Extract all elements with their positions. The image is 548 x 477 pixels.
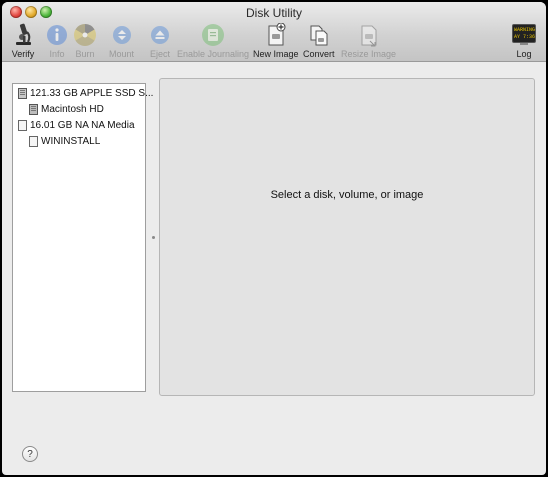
disk-list-item[interactable]: WININSTALL — [28, 134, 100, 149]
convert-icon — [307, 23, 331, 47]
detail-panel: Select a disk, volume, or image — [159, 78, 535, 396]
disk-list-item[interactable]: 16.01 GB NA NA Media — [17, 118, 135, 133]
mount-label: Mount — [109, 49, 135, 59]
convert-label: Convert — [303, 49, 335, 59]
burn-icon — [73, 23, 97, 47]
new-image-icon — [264, 23, 288, 47]
burn-label: Burn — [75, 49, 95, 59]
disk-list-item-label: Macintosh HD — [41, 104, 104, 115]
volume-icon — [28, 136, 38, 148]
split-view-handle[interactable] — [152, 236, 155, 239]
eject-label: Eject — [149, 49, 170, 59]
volume-icon — [28, 104, 38, 116]
enable-journaling-label: Enable Journaling — [177, 49, 250, 59]
eject-button[interactable]: Eject — [148, 23, 172, 59]
new-image-label: New Image — [253, 49, 299, 59]
window-title: Disk Utility — [246, 6, 302, 20]
mount-button[interactable]: Mount — [109, 23, 134, 59]
disk-list-item[interactable]: 121.33 GB APPLE SSD S... — [17, 86, 153, 101]
microscope-icon — [11, 23, 35, 47]
log-icon: WARNING AY 7:36 — [512, 23, 536, 47]
disk-list-item-label: 16.01 GB NA NA Media — [30, 120, 135, 131]
log-button[interactable]: WARNING AY 7:36 Log — [512, 23, 536, 59]
log-label: Log — [516, 49, 532, 59]
journaling-icon — [201, 23, 225, 47]
log-screen-text-2: AY 7:36 — [514, 34, 535, 40]
disk-utility-window: Disk Utility Verify Info Burn Mount Ejec… — [2, 2, 546, 475]
mount-icon — [110, 23, 134, 47]
info-button[interactable]: Info — [45, 23, 69, 59]
new-image-button[interactable]: New Image — [253, 23, 299, 59]
info-label: Info — [49, 49, 65, 59]
hard-disk-icon — [17, 88, 27, 100]
resize-image-button[interactable]: Resize Image — [341, 23, 396, 59]
resize-image-icon — [357, 23, 381, 47]
convert-button[interactable]: Convert — [303, 23, 335, 59]
verify-button[interactable]: Verify — [11, 23, 35, 59]
disk-list-item-label: 121.33 GB APPLE SSD S... — [30, 88, 154, 99]
detail-placeholder-text: Select a disk, volume, or image — [270, 189, 424, 201]
resize-image-label: Resize Image — [341, 49, 397, 59]
info-icon — [45, 23, 69, 47]
disk-list[interactable]: 121.33 GB APPLE SSD S... Macintosh HD 16… — [12, 83, 153, 392]
verify-label: Verify — [11, 49, 35, 59]
disk-list-item[interactable]: Macintosh HD — [28, 102, 104, 117]
eject-icon — [148, 23, 172, 47]
help-button[interactable]: ? — [22, 446, 38, 462]
external-disk-icon — [17, 120, 27, 132]
burn-button[interactable]: Burn — [73, 23, 97, 59]
disk-list-item-label: WININSTALL — [41, 136, 101, 147]
titlebar: Disk Utility Verify Info Burn Mount Ejec… — [2, 2, 546, 62]
log-screen-text-1: WARNING — [514, 27, 535, 33]
enable-journaling-button[interactable]: Enable Journaling — [177, 23, 249, 59]
